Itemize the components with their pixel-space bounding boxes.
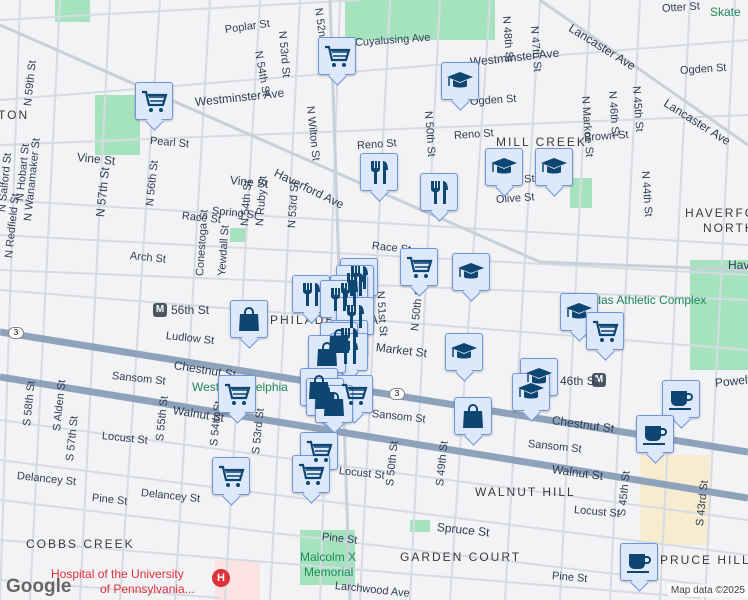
map-marker-bag[interactable] bbox=[454, 397, 492, 435]
metro-icon[interactable]: M bbox=[153, 303, 167, 317]
shopping-cart-icon bbox=[593, 320, 619, 342]
map-marker-cup[interactable] bbox=[620, 543, 658, 581]
hospital-label[interactable]: of Pennsylvania... bbox=[100, 582, 195, 596]
shopping-cart-icon bbox=[325, 45, 351, 67]
map-marker-cup[interactable] bbox=[662, 380, 700, 418]
neighborhood-label: NORTH bbox=[703, 221, 748, 235]
graduation-cap-icon bbox=[566, 303, 592, 319]
shopping-bag-icon bbox=[239, 307, 259, 331]
map-marker-bag[interactable] bbox=[315, 385, 353, 423]
map-marker-grad[interactable] bbox=[445, 333, 483, 371]
map-marker-grad[interactable] bbox=[512, 373, 550, 411]
route-shield: 3 bbox=[389, 388, 405, 400]
map-marker-bag[interactable] bbox=[230, 300, 268, 338]
shopping-bag-icon bbox=[324, 392, 344, 416]
hospital-icon[interactable]: H bbox=[212, 569, 230, 587]
graduation-cap-icon bbox=[518, 383, 544, 399]
map-marker-cart[interactable] bbox=[212, 457, 250, 495]
neighborhood-label: SPRUCE HILL bbox=[650, 553, 748, 567]
map-attribution[interactable]: Map data ©2025 bbox=[667, 584, 748, 597]
street-label: Havertford Ave bbox=[728, 258, 748, 272]
map-marker-cup[interactable] bbox=[636, 415, 674, 453]
map-marker-bag[interactable] bbox=[308, 335, 346, 373]
place-label[interactable]: Malcolm X bbox=[300, 550, 356, 564]
map-marker-cart[interactable] bbox=[292, 455, 330, 493]
map-marker-cart[interactable] bbox=[400, 248, 438, 286]
map-marker-cart[interactable] bbox=[318, 37, 356, 75]
place-label[interactable]: Odas Athletic Complex bbox=[585, 293, 706, 307]
map-marker-cart[interactable] bbox=[218, 375, 256, 413]
map-marker-cart[interactable] bbox=[135, 82, 173, 120]
graduation-cap-icon bbox=[491, 158, 517, 174]
neighborhood-label: HAVERFORD bbox=[685, 206, 748, 220]
map-marker-fork[interactable] bbox=[360, 153, 398, 191]
station-label[interactable]: 56th St bbox=[171, 303, 209, 317]
map-marker-cart[interactable] bbox=[586, 312, 624, 350]
place-label[interactable]: Skate bbox=[710, 5, 741, 19]
shopping-bag-icon bbox=[463, 404, 483, 428]
shopping-cart-icon bbox=[225, 383, 251, 405]
map-marker-grad[interactable] bbox=[535, 148, 573, 186]
graduation-cap-icon bbox=[447, 72, 473, 88]
restaurant-icon bbox=[431, 181, 448, 204]
google-logo[interactable]: Google bbox=[6, 576, 71, 598]
coffee-cup-icon bbox=[643, 426, 667, 445]
shopping-cart-icon bbox=[142, 90, 168, 112]
place-label[interactable]: Memorial bbox=[304, 565, 353, 579]
shopping-bag-icon bbox=[317, 342, 337, 366]
station-label[interactable]: 46th St bbox=[560, 374, 598, 388]
neighborhood-label: MILL CREEK bbox=[496, 135, 587, 149]
coffee-cup-icon bbox=[627, 554, 651, 573]
restaurant-icon bbox=[303, 283, 320, 306]
map-marker-grad[interactable] bbox=[441, 62, 479, 100]
neighborhood-label: GARDEN COURT bbox=[400, 550, 522, 564]
restaurant-icon bbox=[371, 161, 388, 184]
neighborhood-label: COBBS CREEK bbox=[26, 537, 135, 551]
shopping-cart-icon bbox=[407, 256, 433, 278]
graduation-cap-icon bbox=[541, 158, 567, 174]
map-marker-grad[interactable] bbox=[452, 253, 490, 291]
neighborhood-label: TON bbox=[0, 108, 30, 122]
shopping-cart-icon bbox=[219, 465, 245, 487]
map-marker-grad[interactable] bbox=[485, 148, 523, 186]
coffee-cup-icon bbox=[669, 391, 693, 410]
neighborhood-label: WALNUT HILL bbox=[475, 485, 576, 499]
route-shield: 3 bbox=[8, 327, 24, 339]
shopping-cart-icon bbox=[299, 463, 325, 485]
graduation-cap-icon bbox=[451, 343, 477, 359]
map-marker-fork[interactable] bbox=[420, 173, 458, 211]
graduation-cap-icon bbox=[458, 263, 484, 279]
map[interactable]: Poplar St N 54th St N 53rd St N 52nd St … bbox=[0, 0, 748, 600]
